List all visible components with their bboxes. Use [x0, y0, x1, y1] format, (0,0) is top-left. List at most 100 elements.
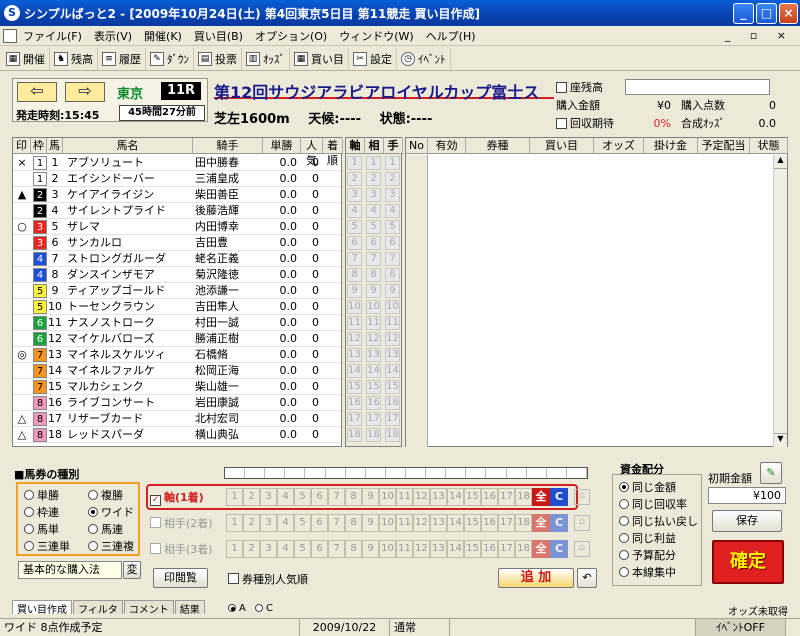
fund-radio[interactable]: [619, 516, 629, 526]
ac-radio-c[interactable]: [255, 604, 264, 612]
mark-cell[interactable]: [13, 395, 31, 411]
number-button[interactable]: 17: [498, 488, 515, 506]
number-button[interactable]: 2: [243, 514, 260, 532]
save-button[interactable]: 保存: [712, 510, 782, 532]
pick-row-label[interactable]: ✓ 軸(1着): [150, 489, 226, 506]
mark-cell[interactable]: [13, 267, 31, 283]
number-button[interactable]: 16: [481, 540, 498, 558]
number-button[interactable]: 11: [396, 514, 413, 532]
pick-box[interactable]: 4: [347, 204, 362, 218]
number-button[interactable]: 4: [277, 514, 294, 532]
horse-row[interactable]: × 1 1 アブソリュート 田中勝春 0.0 0: [13, 155, 341, 171]
number-button[interactable]: 13: [430, 488, 447, 506]
number-button[interactable]: 1: [226, 488, 243, 506]
add-button[interactable]: 追 加: [498, 568, 574, 588]
clear-button[interactable]: C: [550, 540, 568, 558]
ticket-header-3[interactable]: 買い目: [530, 138, 594, 154]
zandaka-checkbox[interactable]: [556, 81, 567, 93]
horse-header-2[interactable]: 馬: [47, 138, 63, 154]
toolbar-settings-button[interactable]: ✂ 設定: [349, 47, 397, 70]
pick-box[interactable]: 5: [366, 220, 381, 234]
pick-box[interactable]: 10: [385, 300, 400, 314]
bet-type-0[interactable]: 単勝: [24, 487, 59, 503]
ticket-header-7[interactable]: 状態: [750, 138, 788, 154]
horse-row[interactable]: 1 2 エイシンドーバー 三浦皇成 0.0 0: [13, 171, 341, 187]
horse-row[interactable]: 2 4 サイレントプライド 後藤浩輝 0.0 0: [13, 203, 341, 219]
mark-cell[interactable]: [13, 331, 31, 347]
number-button[interactable]: 5: [294, 540, 311, 558]
pick-box[interactable]: 9: [347, 284, 362, 298]
bet-type-radio[interactable]: [88, 490, 98, 500]
number-button[interactable]: 13: [430, 540, 447, 558]
number-button[interactable]: 13: [430, 514, 447, 532]
horse-header-7[interactable]: 着順: [323, 138, 343, 167]
row-action-icon[interactable]: ⌂: [574, 515, 590, 531]
fund-radio[interactable]: [619, 550, 629, 560]
tab-2[interactable]: コメント: [123, 600, 174, 616]
pick-box[interactable]: 14: [347, 364, 362, 378]
mark-cell[interactable]: [13, 315, 31, 331]
horse-header-0[interactable]: 印: [13, 138, 31, 154]
number-button[interactable]: 2: [243, 540, 260, 558]
pick-box[interactable]: 4: [385, 204, 400, 218]
fund-option-4[interactable]: 予算配分: [619, 547, 695, 564]
mark-cell[interactable]: [13, 251, 31, 267]
pick-box[interactable]: 8: [347, 268, 362, 282]
fund-option-2[interactable]: 同じ払い戻し: [619, 513, 698, 530]
mark-cell[interactable]: ▲: [13, 187, 31, 203]
purchase-method-field[interactable]: 基本的な購入法: [18, 561, 122, 579]
mark-cell[interactable]: [13, 283, 31, 299]
pick-box[interactable]: 18: [366, 428, 381, 442]
row-action-icon[interactable]: ⌂: [574, 541, 590, 557]
number-button[interactable]: 16: [481, 488, 498, 506]
number-button[interactable]: 3: [260, 514, 277, 532]
toolbar-odds-button[interactable]: ▥ ｵｯｽﾞ: [242, 47, 290, 70]
event-off-indicator[interactable]: ｲﾍﾞﾝﾄOFF: [696, 619, 786, 636]
pick-box[interactable]: 8: [385, 268, 400, 282]
pick-box[interactable]: 16: [385, 396, 400, 410]
number-button[interactable]: 12: [413, 540, 430, 558]
horse-row[interactable]: 7 15 マルカシェンク 柴山雄一 0.0 0: [13, 379, 341, 395]
pick-row-label[interactable]: 相手(3着): [150, 541, 226, 557]
bet-type-3[interactable]: ワイド: [88, 504, 134, 520]
confirm-button[interactable]: 確定: [712, 540, 784, 584]
pick-box[interactable]: 5: [347, 220, 362, 234]
number-button[interactable]: 3: [260, 488, 277, 506]
pick-box[interactable]: 16: [347, 396, 362, 410]
tab-0[interactable]: 買い目作成: [12, 600, 72, 616]
menu-file[interactable]: ファイル(F): [17, 28, 88, 44]
next-race-button[interactable]: ⇨: [65, 82, 105, 102]
pick-box[interactable]: 17: [385, 412, 400, 426]
settings-edit-icon[interactable]: ✎: [760, 462, 782, 484]
number-button[interactable]: 5: [294, 514, 311, 532]
toolbar-history-button[interactable]: ≡ 履歴: [98, 47, 146, 70]
toolbar-kaisai-button[interactable]: ▦ 開催: [2, 47, 50, 70]
number-button[interactable]: 1: [226, 514, 243, 532]
pick-box[interactable]: 2: [347, 172, 362, 186]
change-method-button[interactable]: 変: [123, 561, 141, 579]
mark-cell[interactable]: △: [13, 411, 31, 427]
number-button[interactable]: 4: [277, 540, 294, 558]
close-button[interactable]: ×: [779, 3, 798, 24]
horse-row[interactable]: 4 7 ストロングガルーダ 蛯名正義 0.0 0: [13, 251, 341, 267]
mark-cell[interactable]: [13, 299, 31, 315]
select-all-button[interactable]: 全: [532, 488, 550, 506]
select-all-button[interactable]: 全: [532, 540, 550, 558]
print-view-button[interactable]: 印閲覧: [153, 568, 208, 588]
number-button[interactable]: 7: [328, 540, 345, 558]
select-all-button[interactable]: 全: [532, 514, 550, 532]
minimize-button[interactable]: _: [733, 3, 754, 24]
fund-radio[interactable]: [619, 533, 629, 543]
number-button[interactable]: 6: [311, 540, 328, 558]
number-button[interactable]: 9: [362, 488, 379, 506]
pick-box[interactable]: 12: [366, 332, 381, 346]
bet-type-5[interactable]: 馬連: [88, 521, 123, 537]
pick-box[interactable]: 7: [366, 252, 381, 266]
number-button[interactable]: 14: [447, 540, 464, 558]
horse-row[interactable]: 4 8 ダンスインザモア 菊沢隆徳 0.0 0: [13, 267, 341, 283]
prev-race-button[interactable]: ⇦: [17, 82, 57, 102]
horse-row[interactable]: 6 11 ナスノストローク 村田一誠 0.0 0: [13, 315, 341, 331]
number-button[interactable]: 6: [311, 514, 328, 532]
pick-box[interactable]: 8: [366, 268, 381, 282]
horse-row[interactable]: ○ 3 5 ザレマ 内田博幸 0.0 0: [13, 219, 341, 235]
